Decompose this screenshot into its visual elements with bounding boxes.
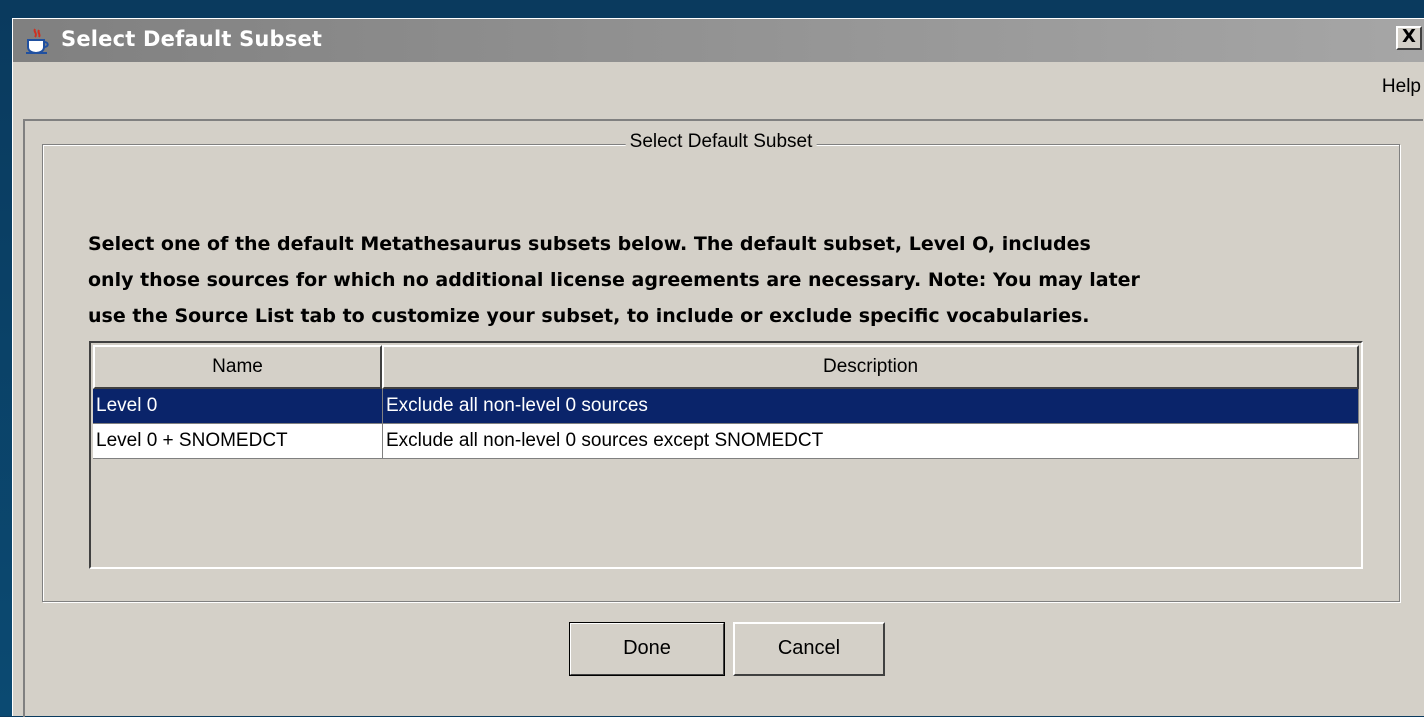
window-title: Select Default Subset [61,27,323,51]
close-icon: X [1402,26,1416,47]
group-title: Select Default Subset [625,131,817,153]
close-button[interactable]: X [1396,26,1422,50]
instructions-text: Select one of the default Metathesaurus … [88,226,1388,334]
cell-description: Exclude all non-level 0 sources except S… [383,424,1359,459]
done-button[interactable]: Done [569,622,725,676]
instructions-line-2: only those sources for which no addition… [88,269,1140,291]
title-bar[interactable]: Select Default Subset X [13,19,1424,62]
cell-name: Level 0 + SNOMEDCT [93,424,383,459]
menu-help[interactable]: Help [1382,76,1421,98]
cell-name: Level 0 [93,389,383,424]
column-header-name[interactable]: Name [93,345,382,389]
instructions-line-1: Select one of the default Metathesaurus … [88,233,1091,255]
menu-bar: Help [13,62,1424,104]
table-header: Name Description [93,345,1359,389]
cell-description: Exclude all non-level 0 sources [383,389,1359,424]
instructions-line-3: use the Source List tab to customize you… [88,305,1090,327]
table-row[interactable]: Level 0 + SNOMEDCT Exclude all non-level… [93,424,1359,459]
cancel-button[interactable]: Cancel [733,622,885,676]
column-header-description[interactable]: Description [382,345,1359,389]
subset-table[interactable]: Name Description Level 0 Exclude all non… [89,341,1363,569]
java-coffee-cup-icon [23,27,51,55]
table-row[interactable]: Level 0 Exclude all non-level 0 sources [93,389,1359,424]
